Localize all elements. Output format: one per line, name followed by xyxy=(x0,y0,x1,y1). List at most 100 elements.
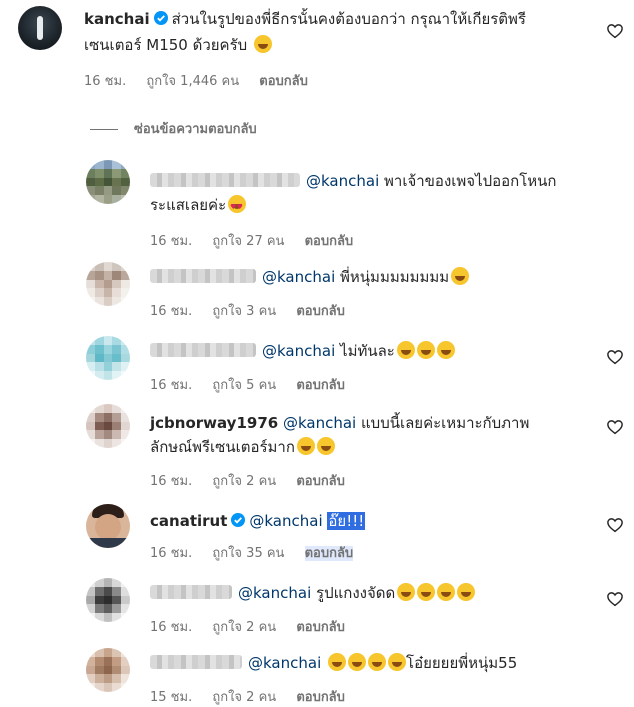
blurred-username xyxy=(150,269,256,283)
comment-meta: 16 ชม. ถูกใจ 2 คน ตอบกลับ xyxy=(150,616,361,637)
heart-outline-icon[interactable] xyxy=(606,418,624,436)
comment-body-line1: อ๊ย!!! xyxy=(327,512,366,530)
mention-link[interactable]: @kanchai xyxy=(249,512,322,530)
timestamp: 16 ชม. xyxy=(150,234,193,249)
avatar[interactable] xyxy=(18,6,62,50)
laughing-emoji-icon xyxy=(396,341,415,359)
reply-button[interactable]: ตอบกลับ xyxy=(296,474,345,489)
likes-count[interactable]: ถูกใจ 1,446 คน xyxy=(146,74,239,89)
timestamp: 16 ชม. xyxy=(150,620,193,635)
timestamp: 16 ชม. xyxy=(150,546,193,561)
blurred-username xyxy=(150,585,232,599)
laughing-emoji-icon xyxy=(437,583,456,601)
avatar[interactable] xyxy=(86,336,130,380)
comment-body-line1: รูปแกงงจัดด xyxy=(316,584,396,602)
laughing-emoji-icon xyxy=(388,653,407,671)
comment-body-line2: เซนเตอร์ M150 ด้วยครับ xyxy=(84,36,248,54)
username[interactable]: canatirut xyxy=(150,512,227,530)
comment-body-line1: โอ๋ยยยยพี่หนุ่ม55 xyxy=(406,654,518,672)
comment-text: @kanchai รูปแกงงจัดด xyxy=(150,582,476,604)
comment-text: @kanchai ไม่ทันละ xyxy=(150,340,455,362)
heart-eyes-emoji-icon xyxy=(228,195,247,218)
verified-badge-icon xyxy=(153,11,168,25)
comment-meta: 16 ชม. ถูกใจ 35 คน ตอบกลับ xyxy=(150,542,369,563)
comment-text: @kanchai โอ๋ยยยยพี่หนุ่ม55 xyxy=(150,652,517,674)
comment-text-line2: เซนเตอร์ M150 ด้วยครับ xyxy=(84,34,272,56)
comment-body-line2: ลักษณ์พรีเซนเตอร์มาก xyxy=(150,438,295,456)
heart-outline-icon[interactable] xyxy=(606,348,624,366)
laughing-emoji-icon xyxy=(457,583,476,601)
comment-text: kanchai ส่วนในรูปของพี่ธีกรนั้นคงต้องบอกว… xyxy=(84,8,526,30)
comment-text-line2: ลักษณ์พรีเซนเตอร์มาก xyxy=(150,436,335,458)
avatar[interactable] xyxy=(86,160,130,204)
hide-replies-label: ซ่อนข้อความตอบกลับ xyxy=(134,122,257,137)
mention-link[interactable]: @kanchai xyxy=(306,172,379,190)
likes-count[interactable]: ถูกใจ 5 คน xyxy=(212,378,276,393)
laughing-emoji-icon xyxy=(328,653,347,671)
comment-body-line2: ระแสเลยค่ะ xyxy=(150,196,227,214)
reply-button[interactable]: ตอบกลับ xyxy=(296,690,345,705)
reply-button[interactable]: ตอบกลับ xyxy=(296,378,345,393)
laughing-emoji-icon xyxy=(348,653,367,671)
likes-count[interactable]: ถูกใจ 35 คน xyxy=(212,546,284,561)
blurred-username xyxy=(150,343,256,357)
timestamp: 15 ชม. xyxy=(150,690,193,705)
comment-text: @kanchai พาเจ้าของเพจไปออกโหนก xyxy=(150,170,557,192)
avatar[interactable] xyxy=(86,504,130,548)
avatar[interactable] xyxy=(86,404,130,448)
comment-body-line1: พี่หนุ่มมมมมมมม xyxy=(340,268,450,286)
hide-replies-button[interactable]: ซ่อนข้อความตอบกลับ xyxy=(90,118,257,139)
squinting-laugh-emoji-icon xyxy=(296,437,315,455)
reply-button[interactable]: ตอบกลับ xyxy=(305,234,354,249)
comment-text: jcbnorway1976 @kanchai แบบนี้เลยค่ะเหมาะ… xyxy=(150,412,529,434)
username[interactable]: jcbnorway1976 xyxy=(150,414,278,432)
laughing-emoji-icon xyxy=(436,341,455,359)
reply-button[interactable]: ตอบกลับ xyxy=(304,546,354,561)
mention-link[interactable]: @kanchai xyxy=(262,342,335,360)
mention-link[interactable]: @kanchai xyxy=(238,584,311,602)
comment-meta: 16 ชม. ถูกใจ 2 คน ตอบกลับ xyxy=(150,470,361,491)
grinning-emoji-icon xyxy=(316,437,335,455)
mention-link[interactable]: @kanchai xyxy=(262,268,335,286)
verified-badge-icon xyxy=(231,513,246,527)
likes-count[interactable]: ถูกใจ 27 คน xyxy=(212,234,284,249)
comment-meta: 16 ชม. ถูกใจ 27 คน ตอบกลับ xyxy=(150,230,369,251)
avatar[interactable] xyxy=(86,262,130,306)
laughing-emoji-icon xyxy=(417,583,436,601)
username[interactable]: kanchai xyxy=(84,10,150,28)
avatar[interactable] xyxy=(86,648,130,692)
laughing-emoji-icon xyxy=(368,653,387,671)
grin-sweat-emoji-icon xyxy=(253,35,272,53)
comment-body-line1: พาเจ้าของเพจไปออกโหนก xyxy=(384,172,557,190)
heart-outline-icon[interactable] xyxy=(606,22,624,40)
comment-body-line1: แบบนี้เลยค่ะเหมาะกับภาพ xyxy=(361,414,530,432)
blurred-username xyxy=(150,655,242,669)
blurred-username xyxy=(150,173,300,187)
mention-link[interactable]: @kanchai xyxy=(248,654,321,672)
laughing-emoji-icon xyxy=(397,583,416,601)
likes-count[interactable]: ถูกใจ 2 คน xyxy=(212,474,276,489)
likes-count[interactable]: ถูกใจ 2 คน xyxy=(212,620,276,635)
likes-count[interactable]: ถูกใจ 2 คน xyxy=(212,690,276,705)
reply-button[interactable]: ตอบกลับ xyxy=(296,304,345,319)
comment-text: @kanchai พี่หนุ่มมมมมมมม xyxy=(150,266,470,288)
timestamp: 16 ชม. xyxy=(150,304,193,319)
mention-link[interactable]: @kanchai xyxy=(283,414,356,432)
comment-meta: 16 ชม. ถูกใจ 1,446 คน ตอบกลับ xyxy=(84,70,324,91)
heart-outline-icon[interactable] xyxy=(606,590,624,608)
divider xyxy=(90,129,118,130)
comment-meta: 16 ชม. ถูกใจ 3 คน ตอบกลับ xyxy=(150,300,361,321)
reply-button[interactable]: ตอบกลับ xyxy=(259,74,308,89)
comment-text: canatirut @kanchai อ๊ย!!! xyxy=(150,510,366,532)
laughing-emoji-icon xyxy=(416,341,435,359)
comment-meta: 15 ชม. ถูกใจ 2 คน ตอบกลับ xyxy=(150,686,361,707)
timestamp: 16 ชม. xyxy=(150,474,193,489)
reply-button[interactable]: ตอบกลับ xyxy=(296,620,345,635)
comment-meta: 16 ชม. ถูกใจ 5 คน ตอบกลับ xyxy=(150,374,361,395)
timestamp: 16 ชม. xyxy=(84,74,127,89)
heart-outline-icon[interactable] xyxy=(606,516,624,534)
avatar[interactable] xyxy=(86,578,130,622)
timestamp: 16 ชม. xyxy=(150,378,193,393)
comment-text-line2: ระแสเลยค่ะ xyxy=(150,194,247,218)
likes-count[interactable]: ถูกใจ 3 คน xyxy=(212,304,276,319)
